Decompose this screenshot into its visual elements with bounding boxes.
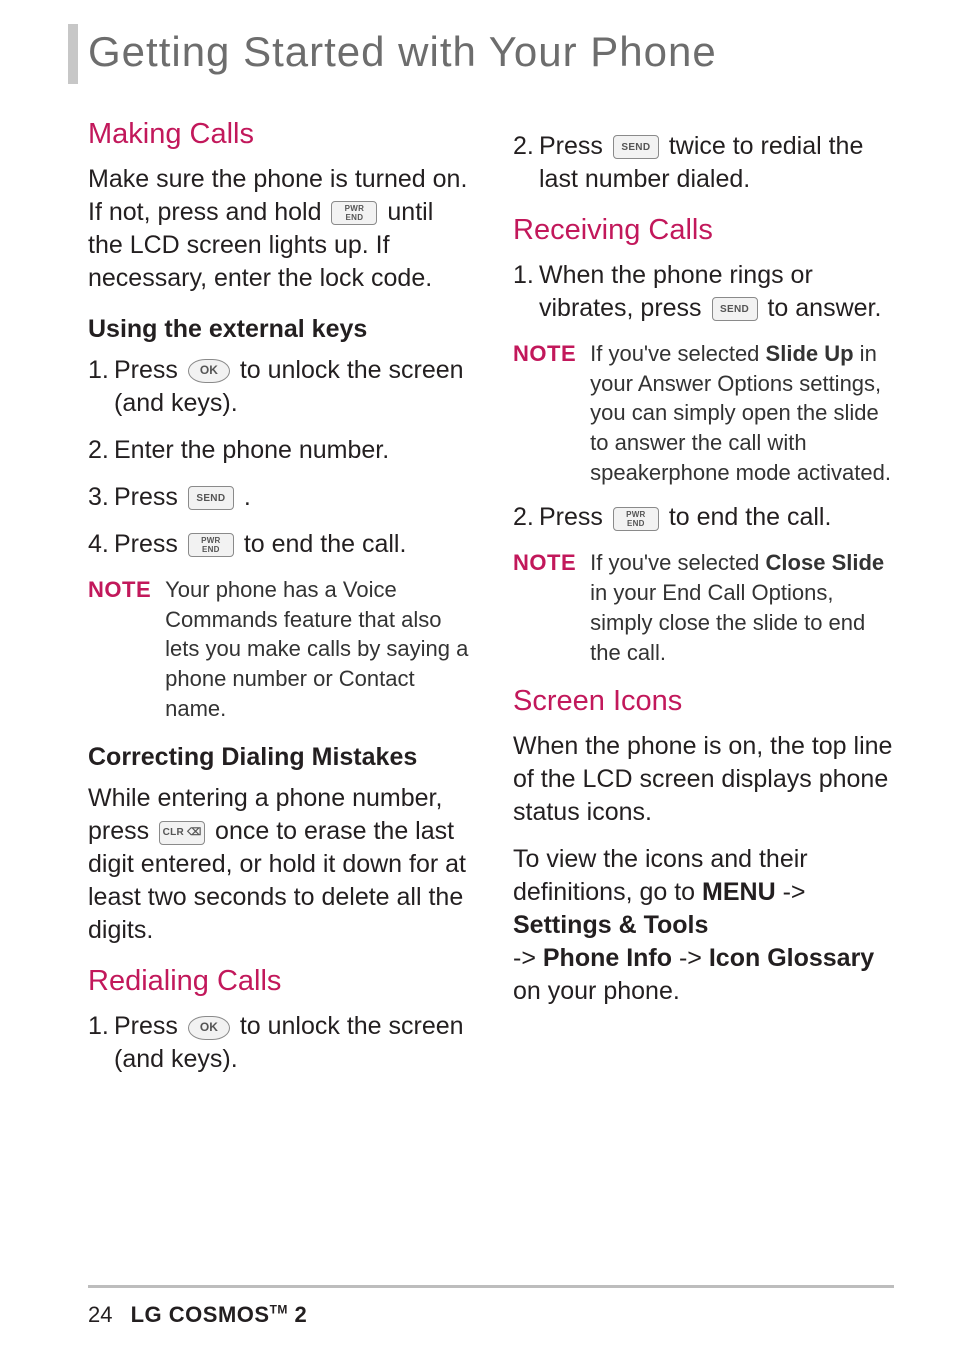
end-key-icon: PWREND: [188, 533, 234, 557]
arrow-icon: ->: [776, 878, 806, 906]
left-column: Making Calls Make sure the phone is turn…: [88, 100, 469, 1090]
making-step-3: 3. Press SEND .: [88, 481, 469, 514]
text: Press: [539, 503, 610, 531]
menu-path: Settings & Tools: [513, 911, 708, 939]
menu-path: Phone Info: [543, 944, 672, 972]
send-key-icon: SEND: [712, 297, 758, 321]
end-key-icon: PWREND: [331, 201, 377, 225]
correcting-body: While entering a phone number, press CLR…: [88, 782, 469, 947]
brand-name: LG COSMOSTM 2: [131, 1302, 308, 1327]
text: Press: [114, 1012, 185, 1040]
text: Press: [114, 356, 185, 384]
making-calls-intro: Make sure the phone is turned on. If not…: [88, 163, 469, 295]
end-key-icon: PWREND: [613, 507, 659, 531]
content-columns: Making Calls Make sure the phone is turn…: [88, 100, 894, 1090]
emphasis: Slide Up: [766, 341, 854, 366]
ok-key-icon: OK: [188, 359, 230, 383]
text: in your End Call Options, simply close t…: [590, 580, 865, 664]
right-column: 2. Press SEND twice to redial the last n…: [513, 100, 894, 1090]
footer-text: 24 LG COSMOSTM 2: [88, 1302, 894, 1328]
text: on your phone.: [513, 977, 680, 1005]
step-number: 2.: [88, 434, 114, 467]
step-number: 1.: [88, 1010, 114, 1076]
page-number: 24: [88, 1302, 112, 1327]
clr-key-icon: CLR ⌫: [159, 821, 205, 845]
section-redialing: Redialing Calls: [88, 965, 469, 998]
page-footer: 24 LG COSMOSTM 2: [88, 1285, 894, 1328]
redial-step-1: 1. Press OK to unlock the screen (and ke…: [88, 1010, 469, 1076]
send-key-icon: SEND: [188, 486, 234, 510]
step-number: 3.: [88, 481, 114, 514]
section-making-calls: Making Calls: [88, 118, 469, 151]
making-step-1: 1. Press OK to unlock the screen (and ke…: [88, 354, 469, 420]
text: Press: [539, 132, 610, 160]
section-screen-icons: Screen Icons: [513, 685, 894, 718]
footer-rule: [88, 1285, 894, 1288]
text: Press: [114, 483, 185, 511]
title-accent-bar: [68, 24, 78, 84]
text: 2: [288, 1302, 307, 1327]
menu-path: MENU: [702, 878, 776, 906]
note-body: Your phone has a Voice Commands feature …: [165, 575, 469, 723]
text: to end the call.: [669, 503, 832, 531]
step-number: 4.: [88, 528, 114, 561]
text: .: [244, 483, 251, 511]
arrow-icon: ->: [672, 944, 709, 972]
note-label: NOTE: [88, 575, 151, 723]
making-step-4: 4. Press PWREND to end the call.: [88, 528, 469, 561]
note-label: NOTE: [513, 339, 576, 487]
step-number: 1.: [88, 354, 114, 420]
text: Press: [114, 530, 185, 558]
step-number: 1.: [513, 259, 539, 325]
subhead-external-keys: Using the external keys: [88, 315, 469, 344]
receiving-step-2: 2. Press PWREND to end the call.: [513, 501, 894, 534]
text: Enter the phone number.: [114, 434, 469, 467]
send-key-icon: SEND: [613, 135, 659, 159]
step-number: 2.: [513, 130, 539, 196]
ok-key-icon: OK: [188, 1016, 230, 1040]
text: to answer.: [767, 294, 881, 322]
receiving-step-1: 1. When the phone rings or vibrates, pre…: [513, 259, 894, 325]
note-slide-up: NOTE If you've selected Slide Up in your…: [513, 339, 894, 487]
note-body: If you've selected Close Slide in your E…: [590, 548, 894, 667]
trademark-icon: TM: [270, 1303, 288, 1317]
icons-p1: When the phone is on, the top line of th…: [513, 730, 894, 829]
chapter-title: Getting Started with Your Phone: [88, 20, 894, 76]
note-label: NOTE: [513, 548, 576, 667]
icons-p2: To view the icons and their definitions,…: [513, 843, 894, 1008]
section-receiving: Receiving Calls: [513, 214, 894, 247]
text: to end the call.: [244, 530, 407, 558]
text: If you've selected: [590, 550, 765, 575]
text: If you've selected: [590, 341, 765, 366]
note-close-slide: NOTE If you've selected Close Slide in y…: [513, 548, 894, 667]
arrow-icon: ->: [513, 944, 543, 972]
making-step-2: 2. Enter the phone number.: [88, 434, 469, 467]
step-number: 2.: [513, 501, 539, 534]
emphasis: Close Slide: [766, 550, 885, 575]
note-body: If you've selected Slide Up in your Answ…: [590, 339, 894, 487]
text: LG COSMOS: [131, 1302, 270, 1327]
subhead-correcting: Correcting Dialing Mistakes: [88, 743, 469, 772]
menu-path: Icon Glossary: [709, 944, 874, 972]
note-voice-commands: NOTE Your phone has a Voice Commands fea…: [88, 575, 469, 723]
redial-step-2: 2. Press SEND twice to redial the last n…: [513, 130, 894, 196]
